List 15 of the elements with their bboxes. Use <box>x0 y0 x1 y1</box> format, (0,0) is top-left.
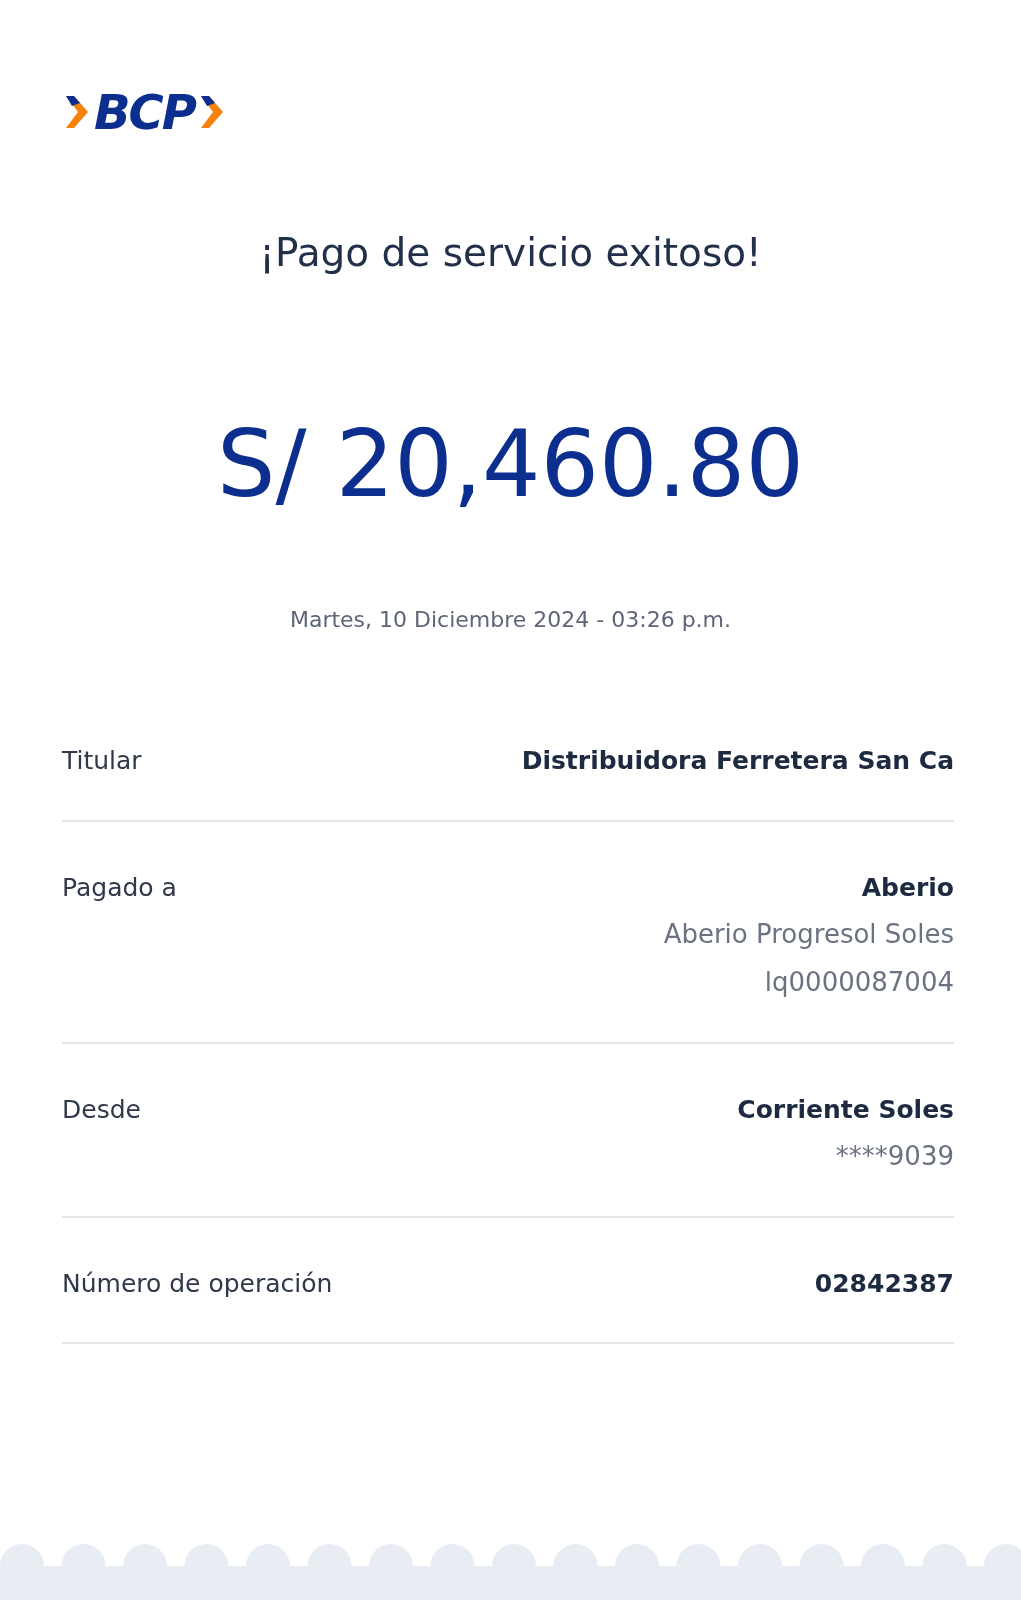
detail-label: Pagado a <box>62 871 177 904</box>
detail-label: Desde <box>62 1093 141 1126</box>
detail-value: Distribuidora Ferretera San Ca <box>521 745 954 777</box>
detail-label: Número de operación <box>62 1267 333 1300</box>
logo-text: BCP <box>94 88 195 136</box>
detail-value: 02842387 <box>814 1267 954 1300</box>
payment-datetime: Martes, 10 Diciembre 2024 - 03:26 p.m. <box>288 607 733 632</box>
detail-value: ****9039 <box>835 1140 954 1174</box>
payment-amount: S/ 20,460.80 <box>216 419 805 511</box>
detail-value: lq0000087004 <box>764 965 954 999</box>
detail-label: Titular <box>62 745 142 777</box>
detail-value: Aberio Progresol Soles <box>663 918 954 951</box>
detail-value: Corriente Soles <box>737 1093 954 1126</box>
success-title: ¡Pago de servicio exitoso! <box>258 230 763 275</box>
detail-value: Aberio <box>861 871 954 904</box>
